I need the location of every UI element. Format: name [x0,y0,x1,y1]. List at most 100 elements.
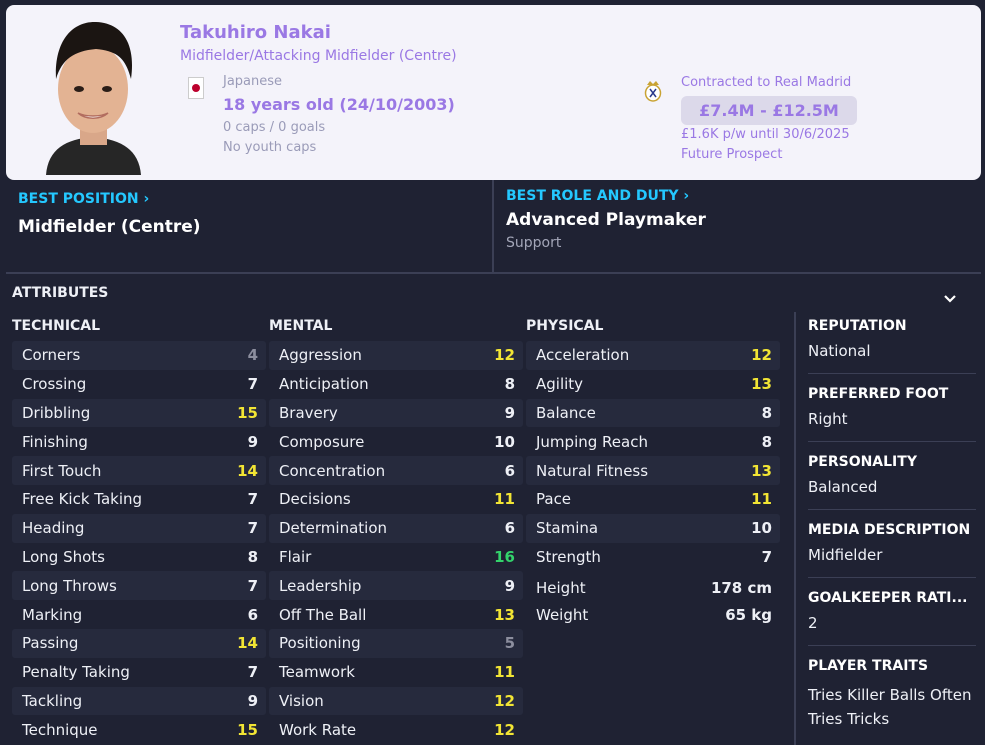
attribute-row[interactable]: Concentration 6 [269,456,523,485]
attribute-value: 12 [494,346,515,365]
attribute-value: 14 [237,461,258,480]
attribute-row[interactable]: Balance 8 [526,398,780,428]
physical-attributes-list: Acceleration 12 Agility 13 Balance 8 Jumping R… [526,341,780,571]
attribute-row[interactable]: Crossing 7 [12,370,266,399]
attribute-value: 5 [504,634,515,653]
weight-value: 65 kg [725,606,772,624]
attribute-row[interactable]: Flair 16 [269,543,523,572]
attribute-name: Vision [279,691,324,710]
attribute-row[interactable]: Penalty Taking 7 [12,658,266,687]
attribute-value: 9 [247,432,258,451]
player-status: Future Prospect [681,147,783,162]
height-value: 178 cm [710,579,772,597]
attribute-value: 8 [761,403,772,422]
best-role-label: BEST ROLE AND DUTY [506,188,679,204]
attribute-row[interactable]: Off The Ball 13 [269,600,523,629]
attribute-name: Acceleration [536,346,630,365]
attribute-row[interactable]: Positioning 5 [269,628,523,658]
attribute-row[interactable]: Determination 6 [269,513,523,543]
attribute-row[interactable]: Technique 15 [12,715,266,744]
attribute-row[interactable]: Jumping Reach 8 [526,427,780,456]
chevron-down-icon[interactable] [942,292,958,304]
attribute-name: Strength [536,547,601,566]
attribute-row[interactable]: Leadership 9 [269,571,523,601]
attribute-row[interactable]: Marking 6 [12,600,266,629]
attribute-name: Work Rate [279,720,357,739]
attribute-row[interactable]: Finishing 9 [12,427,266,456]
media-description-value: Midfielder [808,546,883,564]
best-position-link[interactable]: BEST POSITION › [18,191,149,207]
attribute-row[interactable]: First Touch 14 [12,456,266,485]
weight-row: Weight 65 kg [526,606,780,624]
attribute-row[interactable]: Stamina 10 [526,513,780,543]
personality-value: Balanced [808,478,878,496]
personality-block: PERSONALITY Balanced [808,454,973,496]
chevron-right-icon: › [683,188,690,204]
attributes-title: ATTRIBUTES [12,285,109,301]
divider [6,272,981,274]
contract-wage: £1.6K p/w until 30/6/2025 [681,127,850,142]
player-avatar [36,17,151,175]
best-position-label: BEST POSITION [18,191,139,207]
attribute-value: 8 [247,547,258,566]
attribute-value: 6 [504,461,515,480]
transfer-value-badge[interactable]: £7.4M - £12.5M [681,96,857,125]
chevron-right-icon: › [143,191,150,207]
trait-item[interactable]: Tries Killer Balls Often [808,686,973,704]
attribute-row[interactable]: Free Kick Taking 7 [12,485,266,514]
attribute-name: Anticipation [279,375,369,394]
attribute-row[interactable]: Aggression 12 [269,341,523,370]
technical-attributes-list: Corners 4 Crossing 7 Dribbling 15 Finishing 9 Fi… [12,341,266,744]
attribute-value: 9 [247,691,258,710]
attribute-row[interactable]: Work Rate 12 [269,715,523,744]
club-crest-icon[interactable] [644,80,662,102]
best-role-value: Advanced Playmaker [506,210,706,230]
attribute-row[interactable]: Long Throws 7 [12,571,266,601]
attribute-name: Free Kick Taking [22,490,143,509]
attribute-value: 10 [751,519,772,538]
attribute-row[interactable]: Composure 10 [269,427,523,456]
attribute-row[interactable]: Teamwork 11 [269,658,523,687]
attribute-value: 12 [751,346,772,365]
attribute-row[interactable]: Passing 14 [12,628,266,658]
attribute-row[interactable]: Agility 13 [526,370,780,399]
attribute-row[interactable]: Tackling 9 [12,686,266,716]
attribute-name: Long Shots [22,547,105,566]
attribute-name: Balance [536,403,596,422]
attribute-name: Marking [22,605,83,624]
height-row: Height 178 cm [526,579,780,597]
attribute-row[interactable]: Corners 4 [12,341,266,370]
attribute-name: Composure [279,432,365,451]
player-traits-label: PLAYER TRAITS [808,658,929,674]
technical-header: TECHNICAL [12,318,101,334]
player-age: 18 years old (24/10/2003) [223,95,455,114]
attribute-value: 12 [494,691,515,710]
attribute-name: Agility [536,375,584,394]
attribute-row[interactable]: Long Shots 8 [12,543,266,572]
attribute-row[interactable]: Pace 11 [526,485,780,514]
player-nationality[interactable]: Japanese [223,74,282,89]
attribute-name: Aggression [279,346,362,365]
attribute-row[interactable]: Acceleration 12 [526,341,780,370]
attribute-name: Stamina [536,519,599,538]
attribute-name: First Touch [22,461,102,480]
attribute-row[interactable]: Vision 12 [269,686,523,716]
attribute-value: 6 [247,605,258,624]
attribute-name: Concentration [279,461,386,480]
best-role-link[interactable]: BEST ROLE AND DUTY › [506,188,689,204]
attribute-name: Dribbling [22,403,91,422]
attribute-name: Heading [22,519,85,538]
contract-club[interactable]: Contracted to Real Madrid [681,75,851,90]
trait-item[interactable]: Tries Tricks [808,710,973,728]
attribute-row[interactable]: Dribbling 15 [12,398,266,428]
attribute-name: Pace [536,490,572,509]
preferred-foot-label: PREFERRED FOOT [808,386,949,402]
attribute-value: 13 [751,375,772,394]
attribute-row[interactable]: Bravery 9 [269,398,523,428]
attribute-row[interactable]: Natural Fitness 13 [526,456,780,485]
attribute-row[interactable]: Anticipation 8 [269,370,523,399]
attribute-name: Leadership [279,576,362,595]
attribute-row[interactable]: Strength 7 [526,543,780,572]
attribute-row[interactable]: Heading 7 [12,513,266,543]
attribute-row[interactable]: Decisions 11 [269,485,523,514]
